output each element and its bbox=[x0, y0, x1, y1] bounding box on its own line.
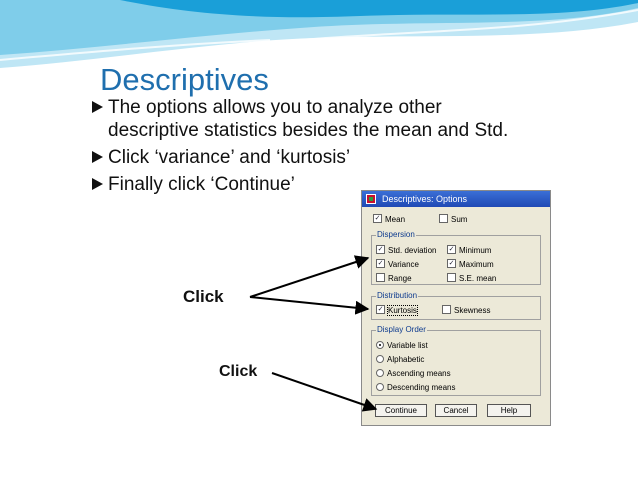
check-icon: ✓ bbox=[373, 214, 382, 224]
checkbox-label: Std. deviation bbox=[388, 246, 437, 255]
dialog-titlebar[interactable]: Descriptives: Options bbox=[362, 191, 550, 207]
check-icon: ✓ bbox=[376, 259, 385, 269]
skewness-checkbox[interactable]: Skewness bbox=[442, 305, 490, 316]
radio-icon bbox=[376, 382, 384, 391]
checkbox-label: Sum bbox=[451, 215, 468, 224]
group-label: Dispersion bbox=[376, 230, 416, 240]
header-wave-banner bbox=[0, 0, 638, 68]
bullet-text: The options allows you to analyze other bbox=[108, 97, 442, 118]
group-label: Distribution bbox=[376, 291, 419, 301]
bullet-item: The options allows you to analyze other … bbox=[92, 96, 572, 142]
checkbox-label: Mean bbox=[385, 215, 406, 224]
descending-means-radio[interactable]: Descending means bbox=[376, 382, 455, 393]
maximum-checkbox[interactable]: ✓ Maximum bbox=[447, 259, 494, 270]
minimum-checkbox[interactable]: ✓ Minimum bbox=[447, 245, 491, 256]
cancel-button[interactable]: Cancel bbox=[435, 404, 477, 417]
checkbox-box bbox=[376, 273, 385, 283]
radio-label: Variable list bbox=[387, 341, 428, 350]
mean-checkbox[interactable]: ✓ Mean bbox=[373, 214, 405, 225]
std-deviation-checkbox[interactable]: ✓ Std. deviation bbox=[376, 245, 436, 256]
triangle-bullet-icon bbox=[92, 151, 103, 163]
display-order-group: Display Order Variable list Alphabetic A… bbox=[371, 325, 541, 396]
kurtosis-checkbox[interactable]: ✓ Kurtosis bbox=[376, 305, 418, 316]
checkbox-box bbox=[442, 305, 451, 315]
bullet-text: Finally click ‘Continue’ bbox=[108, 174, 295, 195]
slide-title: Descriptives bbox=[100, 62, 269, 97]
group-label: Display Order bbox=[376, 325, 427, 335]
checkbox-label: S.E. mean bbox=[459, 274, 497, 283]
spss-app-icon bbox=[366, 194, 376, 204]
variable-list-radio[interactable]: Variable list bbox=[376, 340, 428, 351]
ascending-means-radio[interactable]: Ascending means bbox=[376, 368, 451, 379]
radio-icon bbox=[376, 354, 384, 363]
range-checkbox[interactable]: Range bbox=[376, 273, 412, 284]
radio-selected-icon bbox=[376, 340, 384, 349]
bullet-text: Click ‘variance’ and ‘kurtosis’ bbox=[108, 147, 351, 168]
bullet-text-continued: descriptive statistics besides the mean … bbox=[108, 120, 509, 141]
check-icon: ✓ bbox=[376, 305, 385, 315]
checkbox-box bbox=[439, 214, 448, 224]
triangle-bullet-icon bbox=[92, 178, 103, 190]
radio-icon bbox=[376, 368, 384, 377]
checkbox-label: Skewness bbox=[454, 306, 491, 315]
checkbox-label: Range bbox=[388, 274, 412, 283]
triangle-bullet-icon bbox=[92, 101, 103, 113]
check-icon: ✓ bbox=[447, 259, 456, 269]
help-button[interactable]: Help bbox=[487, 404, 531, 417]
radio-label: Descending means bbox=[387, 383, 456, 392]
alphabetic-radio[interactable]: Alphabetic bbox=[376, 354, 424, 365]
dialog-title: Descriptives: Options bbox=[382, 194, 468, 204]
arrow-to-variance bbox=[249, 255, 370, 298]
bullet-list: The options allows you to analyze other … bbox=[92, 96, 572, 200]
distribution-group: Distribution ✓ Kurtosis Skewness bbox=[371, 291, 541, 320]
checkbox-label: Minimum bbox=[459, 246, 492, 255]
checkbox-label: Kurtosis bbox=[387, 305, 418, 316]
click-callout-label: Click bbox=[183, 287, 224, 306]
checkbox-box bbox=[447, 273, 456, 283]
check-icon: ✓ bbox=[447, 245, 456, 255]
checkbox-label: Variance bbox=[388, 260, 419, 269]
variance-checkbox[interactable]: ✓ Variance bbox=[376, 259, 419, 270]
bullet-item: Click ‘variance’ and ‘kurtosis’ bbox=[92, 146, 572, 169]
radio-label: Alphabetic bbox=[387, 355, 425, 364]
click-callout-label: Click bbox=[219, 363, 258, 380]
checkbox-label: Maximum bbox=[459, 260, 494, 269]
sum-checkbox[interactable]: Sum bbox=[439, 214, 467, 225]
arrow-to-kurtosis bbox=[249, 296, 370, 315]
dispersion-group: Dispersion ✓ Std. deviation ✓ Minimum ✓ Var… bbox=[371, 230, 541, 285]
descriptives-options-dialog: Descriptives: Options ✓ Mean Sum Dispersi… bbox=[361, 190, 551, 426]
check-icon: ✓ bbox=[376, 245, 385, 255]
se-mean-checkbox[interactable]: S.E. mean bbox=[447, 273, 496, 284]
radio-label: Ascending means bbox=[387, 369, 451, 378]
continue-button[interactable]: Continue bbox=[375, 404, 427, 417]
